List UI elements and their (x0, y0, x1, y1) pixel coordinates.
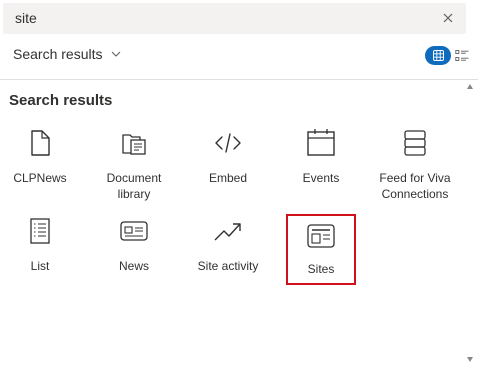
scrollbar[interactable] (466, 80, 474, 371)
tile-embed[interactable]: Embed (188, 126, 268, 206)
list-view-icon (455, 49, 469, 61)
list-view-button[interactable] (455, 49, 469, 63)
web-part-picker: site Search results Search results CLPNe… (0, 0, 478, 371)
tile-label: Events (302, 171, 340, 185)
calendar-icon (307, 128, 335, 158)
chevron-down-icon (110, 48, 122, 60)
close-icon (443, 13, 453, 23)
tile-label: Sites (307, 262, 335, 276)
results-filter-label: Search results (13, 46, 103, 62)
results-filter-dropdown[interactable]: Search results (13, 44, 122, 64)
search-input[interactable]: site (15, 10, 37, 26)
news-icon (120, 216, 148, 246)
tile-label: Site activity (197, 259, 259, 273)
tile-feed-for-viva-connections[interactable]: Feed for Viva Connections (375, 126, 455, 206)
tile-label: News (118, 259, 149, 273)
section-title: Search results (9, 92, 113, 109)
stack-icon (401, 128, 429, 158)
tile-sites[interactable]: Sites (286, 214, 356, 285)
grid-icon (432, 50, 444, 61)
trend-icon (214, 216, 242, 246)
tile-list[interactable]: List (0, 214, 80, 294)
page-icon (26, 128, 54, 158)
tile-site-activity[interactable]: Site activity (188, 214, 268, 294)
scroll-up-arrow-icon[interactable] (467, 84, 473, 89)
divider (0, 79, 478, 80)
tile-label: Embed (208, 171, 248, 185)
list-icon (26, 216, 54, 246)
tile-news[interactable]: News (94, 214, 174, 294)
tile-label: Document library (106, 171, 162, 201)
tile-events[interactable]: Events (281, 126, 361, 206)
scroll-down-arrow-icon[interactable] (467, 357, 473, 362)
tile-label: CLPNews (13, 171, 67, 185)
search-box[interactable]: site (3, 3, 466, 34)
code-icon (214, 128, 242, 158)
tile-label: Feed for Viva Connections (379, 171, 451, 201)
grid-view-button[interactable] (425, 46, 451, 65)
library-icon (120, 128, 148, 158)
tile-document-library[interactable]: Document library (94, 126, 174, 206)
view-toggle (425, 46, 469, 65)
tile-label: List (30, 259, 50, 273)
sites-icon (307, 221, 335, 251)
tile-clpnews[interactable]: CLPNews (0, 126, 80, 206)
clear-search-button[interactable] (438, 8, 458, 28)
